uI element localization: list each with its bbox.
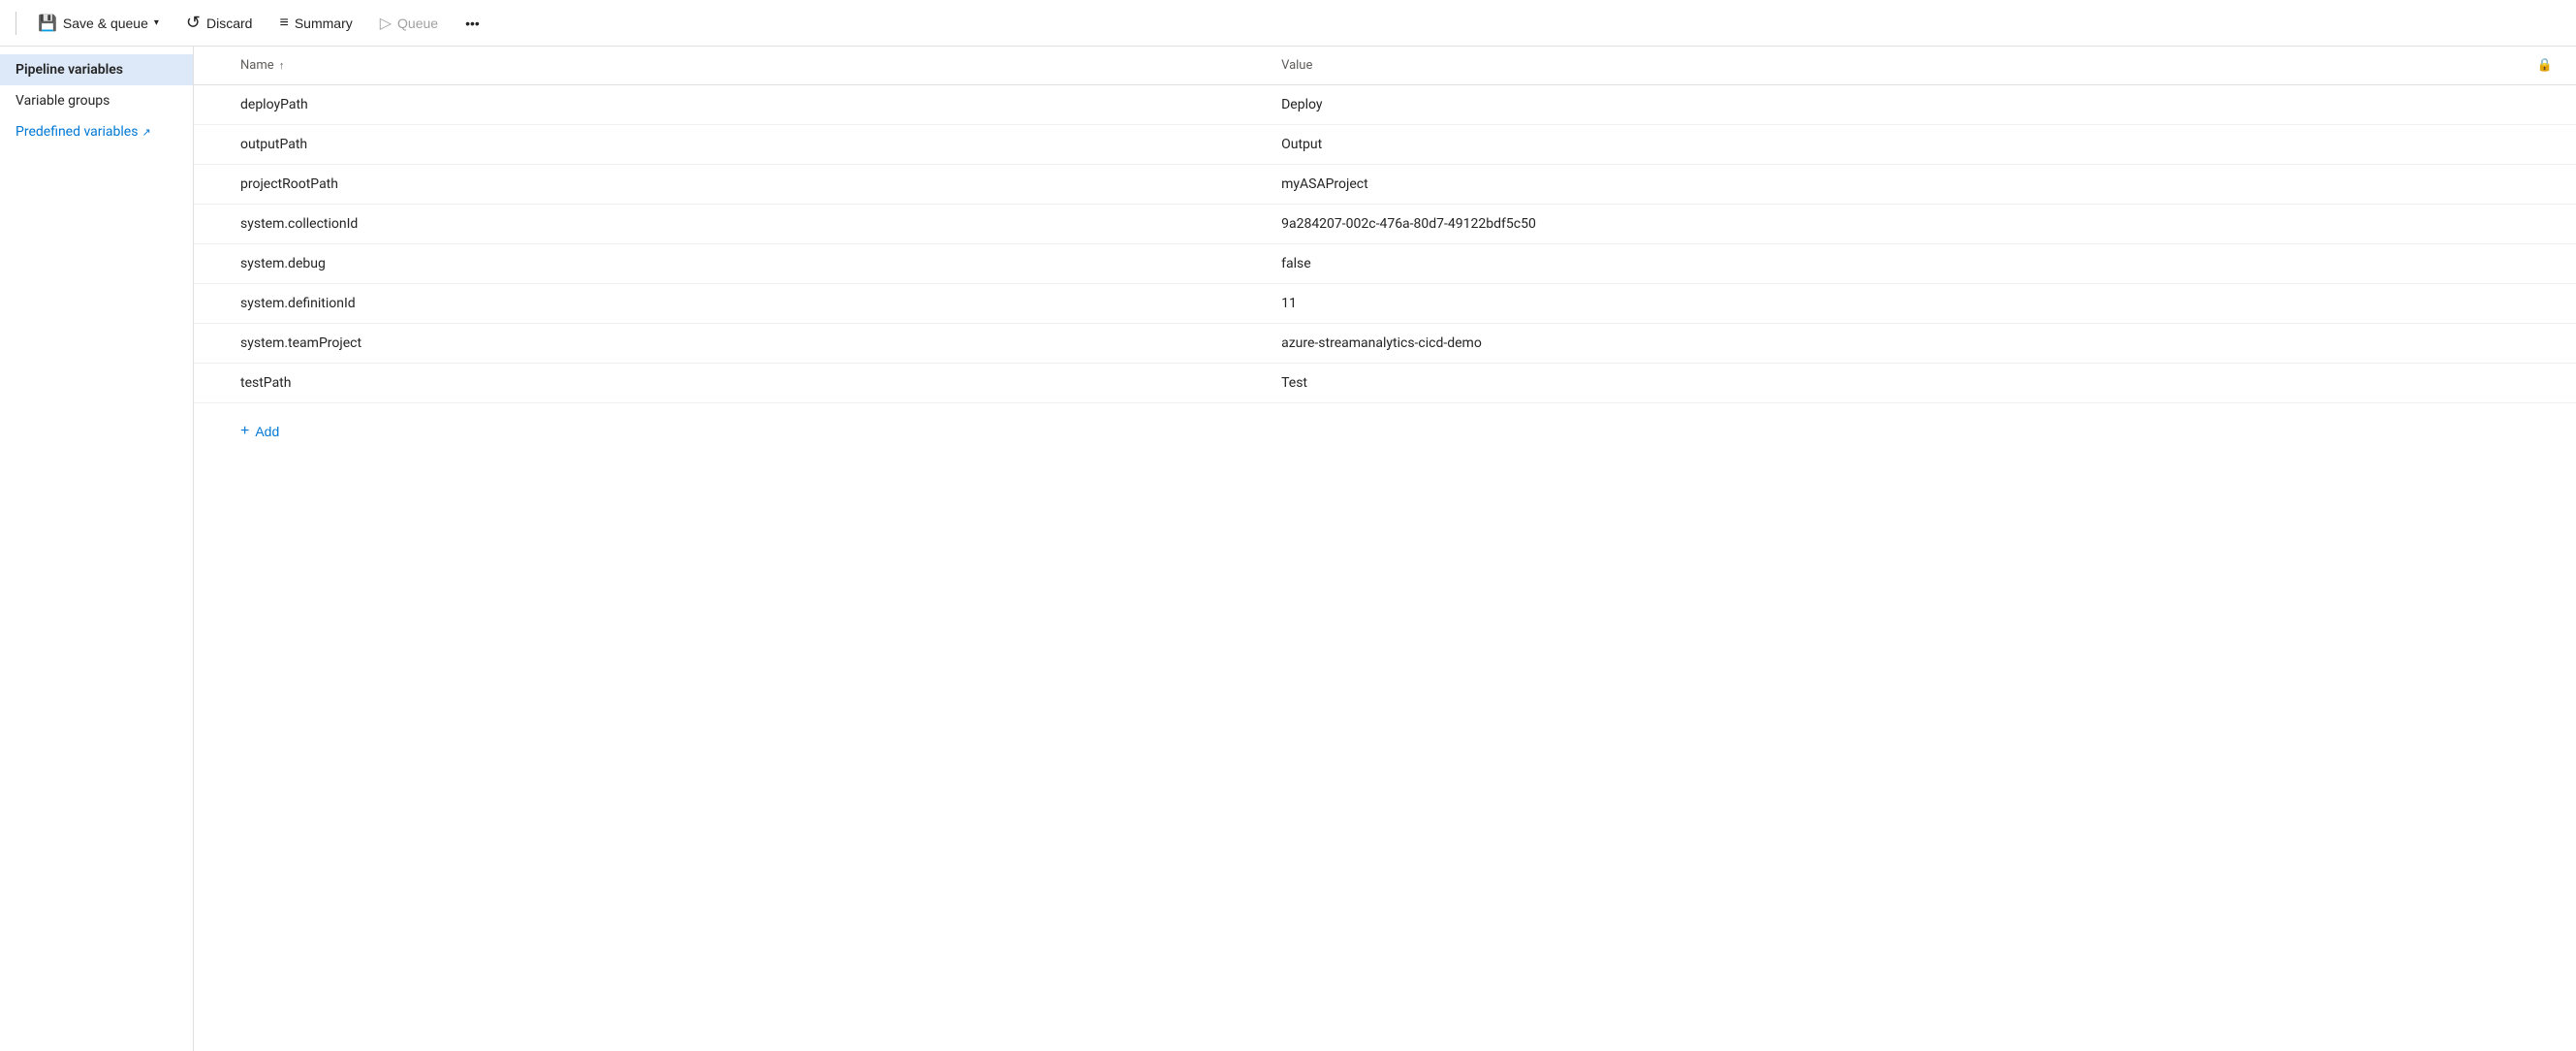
add-label: Add	[255, 424, 279, 439]
variable-lock-cell	[2457, 364, 2576, 403]
value-column-header: Value	[1266, 47, 2457, 85]
queue-icon: ▷	[380, 14, 392, 33]
discard-label: Discard	[206, 16, 252, 31]
table-row[interactable]: system.collectionId 9a284207-002c-476a-8…	[194, 205, 2576, 244]
table-row[interactable]: system.teamProject azure-streamanalytics…	[194, 324, 2576, 364]
sidebar: Pipeline variables Variable groups Prede…	[0, 47, 194, 1051]
variable-lock-cell	[2457, 244, 2576, 284]
sidebar-item-pipeline-variables[interactable]: Pipeline variables	[0, 54, 193, 85]
sidebar-item-variable-groups[interactable]: Variable groups	[0, 85, 193, 116]
table-row[interactable]: system.debug false	[194, 244, 2576, 284]
variable-name-cell: projectRootPath	[194, 165, 1266, 205]
toolbar: 💾 Save & queue ▾ ↺ Discard ≡ Summary ▷ Q…	[0, 0, 2576, 47]
predefined-variables-link[interactable]: Predefined variables ↗	[0, 116, 193, 147]
variable-value-cell: 9a284207-002c-476a-80d7-49122bdf5c50	[1266, 205, 2457, 244]
variable-value-cell: 11	[1266, 284, 2457, 324]
summary-icon: ≡	[279, 15, 288, 32]
name-column-header[interactable]: Name ↑	[194, 47, 1266, 85]
variable-value-cell: false	[1266, 244, 2457, 284]
add-variable-button[interactable]: + Add	[194, 411, 2576, 452]
table-row[interactable]: projectRootPath myASAProject	[194, 165, 2576, 205]
lock-column-header: 🔒	[2457, 47, 2576, 85]
summary-label: Summary	[295, 16, 353, 31]
queue-button[interactable]: ▷ Queue	[370, 8, 448, 39]
chevron-down-icon: ▾	[154, 17, 159, 28]
variable-lock-cell	[2457, 85, 2576, 125]
discard-icon: ↺	[186, 13, 201, 33]
external-link-icon: ↗	[141, 126, 150, 139]
save-queue-label: Save & queue	[63, 16, 148, 31]
table-header-row: Name ↑ Value 🔒	[194, 47, 2576, 85]
variable-name-cell: system.debug	[194, 244, 1266, 284]
content-area: Name ↑ Value 🔒 deployPath Deploy outputP…	[194, 47, 2576, 1051]
queue-label: Queue	[397, 16, 438, 31]
variable-name-cell: system.teamProject	[194, 324, 1266, 364]
variable-name-cell: testPath	[194, 364, 1266, 403]
variable-lock-cell	[2457, 165, 2576, 205]
sort-icon: ↑	[279, 59, 285, 72]
variable-value-cell: myASAProject	[1266, 165, 2457, 205]
variable-value-cell: Deploy	[1266, 85, 2457, 125]
variable-value-cell: azure-streamanalytics-cicd-demo	[1266, 324, 2457, 364]
variable-lock-cell	[2457, 324, 2576, 364]
main-layout: Pipeline variables Variable groups Prede…	[0, 47, 2576, 1051]
variable-lock-cell	[2457, 125, 2576, 165]
variable-name-cell: system.definitionId	[194, 284, 1266, 324]
table-row[interactable]: outputPath Output	[194, 125, 2576, 165]
variable-name-cell: outputPath	[194, 125, 1266, 165]
variable-name-cell: deployPath	[194, 85, 1266, 125]
variable-name-cell: system.collectionId	[194, 205, 1266, 244]
more-options-button[interactable]: •••	[456, 10, 489, 37]
variable-lock-cell	[2457, 205, 2576, 244]
summary-button[interactable]: ≡ Summary	[269, 9, 361, 38]
add-icon: +	[240, 423, 249, 440]
save-icon: 💾	[38, 14, 57, 33]
table-row[interactable]: testPath Test	[194, 364, 2576, 403]
more-icon: •••	[465, 16, 480, 31]
variable-value-cell: Test	[1266, 364, 2457, 403]
table-row[interactable]: system.definitionId 11	[194, 284, 2576, 324]
save-queue-button[interactable]: 💾 Save & queue ▾	[28, 8, 169, 39]
lock-icon: 🔒	[2537, 58, 2553, 73]
variables-table: Name ↑ Value 🔒 deployPath Deploy outputP…	[194, 47, 2576, 403]
variable-value-cell: Output	[1266, 125, 2457, 165]
table-row[interactable]: deployPath Deploy	[194, 85, 2576, 125]
discard-button[interactable]: ↺ Discard	[176, 7, 263, 39]
variable-lock-cell	[2457, 284, 2576, 324]
